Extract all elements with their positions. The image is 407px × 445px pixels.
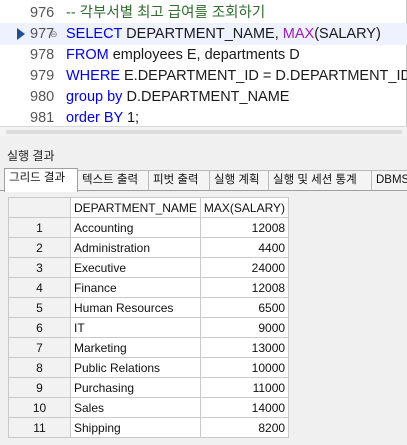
max-salary-cell[interactable]: 24000 <box>199 257 290 278</box>
table-row[interactable]: 7 Marketing 13000 <box>8 337 290 358</box>
max-salary-cell[interactable]: 9000 <box>199 317 290 338</box>
sql-function: MAX <box>282 26 315 42</box>
fold-toggle-icon[interactable]: ⊖ <box>50 23 58 45</box>
line-number: 978 <box>30 47 55 63</box>
table-row[interactable]: 2 Administration 4400 <box>8 237 290 258</box>
department-name-cell[interactable]: Administration <box>70 237 201 258</box>
sql-text: (SALARY) <box>314 26 381 42</box>
column-header-max-salary[interactable]: MAX(SALARY) <box>199 197 290 218</box>
current-line-marker-icon <box>17 28 25 40</box>
department-name-cell[interactable]: Shipping <box>70 417 201 438</box>
row-number-cell[interactable]: 1 <box>8 217 71 238</box>
results-tab[interactable]: 그리드 결과 <box>4 168 78 192</box>
row-number-cell[interactable]: 9 <box>8 377 71 398</box>
code-text: WHERE E.DEPARTMENT_ID = D.DEPARTMENT_ID <box>66 65 407 87</box>
results-tab[interactable]: 실행 및 세션 통계 <box>268 170 372 191</box>
sql-editor[interactable]: 976 -- 각부서별 최고 급여를 조회하기 977 ⊖ SELECT DEPARTM… <box>0 0 407 126</box>
table-row[interactable]: 1 Accounting 12008 <box>8 217 290 238</box>
department-name-cell[interactable]: Sales <box>70 397 201 418</box>
results-tab[interactable]: 텍스트 출력 <box>77 170 149 191</box>
sql-keyword: order BY <box>66 110 123 126</box>
sql-keyword: SELECT <box>66 26 123 42</box>
code-line[interactable]: 976 -- 각부서별 최고 급여를 조회하기 <box>0 2 407 24</box>
code-line[interactable]: 980 group by D.DEPARTMENT_NAME <box>0 86 407 108</box>
max-salary-cell[interactable]: 13000 <box>199 337 290 358</box>
row-number-cell[interactable]: 5 <box>8 297 71 318</box>
department-name-cell[interactable]: IT <box>70 317 201 338</box>
row-number-cell[interactable]: 10 <box>8 397 71 418</box>
sql-keyword: FROM <box>66 47 109 63</box>
sql-text: 1; <box>122 110 140 126</box>
row-number-cell[interactable]: 3 <box>8 257 71 278</box>
sql-text: DEPARTMENT_NAME, <box>122 26 283 42</box>
line-number: 979 <box>30 68 55 84</box>
sql-text: D.DEPARTMENT_NAME <box>122 89 290 105</box>
max-salary-cell[interactable]: 11000 <box>199 377 290 398</box>
row-number-cell[interactable]: 7 <box>8 337 71 358</box>
grid-header-row: DEPARTMENT_NAME MAX(SALARY) <box>8 197 290 218</box>
sql-text: employees E, departments D <box>108 47 300 63</box>
code-text: group by D.DEPARTMENT_NAME <box>66 86 289 108</box>
results-tab[interactable]: 피벗 출력 <box>148 170 210 191</box>
row-number-cell[interactable]: 11 <box>8 417 71 438</box>
line-number: 980 <box>30 89 55 105</box>
department-name-cell[interactable]: Executive <box>70 257 201 278</box>
max-salary-cell[interactable]: 4400 <box>199 237 290 258</box>
sql-comment: -- 각부서별 최고 급여를 조회하기 <box>66 5 266 21</box>
row-number-cell[interactable]: 6 <box>8 317 71 338</box>
department-name-cell[interactable]: Human Resources <box>70 297 201 318</box>
column-header-department-name[interactable]: DEPARTMENT_NAME <box>70 197 201 218</box>
code-text: SELECT DEPARTMENT_NAME, MAX(SALARY) <box>66 23 381 45</box>
table-row[interactable]: 3 Executive 24000 <box>8 257 290 278</box>
scrollbar-thumb[interactable] <box>6 130 402 134</box>
code-text: -- 각부서별 최고 급여를 조회하기 <box>66 2 265 24</box>
sql-text: E.DEPARTMENT_ID = D.DEPARTMENT_ID <box>119 68 407 84</box>
sql-keyword: group by <box>66 89 123 105</box>
code-line[interactable]: 978 FROM employees E, departments D <box>0 44 407 66</box>
line-number: 976 <box>30 5 55 21</box>
department-name-cell[interactable]: Public Relations <box>70 357 201 378</box>
code-line[interactable]: 977 ⊖ SELECT DEPARTMENT_NAME, MAX(SALARY) <box>0 23 407 45</box>
results-tab[interactable]: 실행 계획 <box>209 170 269 191</box>
row-number-cell[interactable]: 8 <box>8 357 71 378</box>
code-text: FROM employees E, departments D <box>66 44 300 66</box>
max-salary-cell[interactable]: 6500 <box>199 297 290 318</box>
max-salary-cell[interactable]: 12008 <box>199 217 290 238</box>
row-number-header[interactable] <box>8 197 71 218</box>
department-name-cell[interactable]: Purchasing <box>70 377 201 398</box>
table-row[interactable]: 10 Sales 14000 <box>8 397 290 418</box>
code-line[interactable]: 979 WHERE E.DEPARTMENT_ID = D.DEPARTMENT_… <box>0 65 407 87</box>
row-number-cell[interactable]: 2 <box>8 237 71 258</box>
table-row[interactable]: 9 Purchasing 11000 <box>8 377 290 398</box>
table-row[interactable]: 6 IT 9000 <box>8 317 290 338</box>
table-row[interactable]: 4 Finance 12008 <box>8 277 290 298</box>
results-panel-title: 실행 결과 <box>7 149 55 163</box>
sql-keyword: WHERE <box>66 68 120 84</box>
editor-horizontal-scrollbar[interactable] <box>0 126 407 136</box>
max-salary-cell[interactable]: 14000 <box>199 397 290 418</box>
department-name-cell[interactable]: Accounting <box>70 217 201 238</box>
results-tab[interactable]: DBMS <box>371 170 407 191</box>
results-tab-bar: 그리드 결과 텍스트 출력 피벗 출력 실행 계획 실행 및 세션 통계 DBMS <box>0 168 407 192</box>
max-salary-cell[interactable]: 8200 <box>199 417 290 438</box>
department-name-cell[interactable]: Marketing <box>70 337 201 358</box>
department-name-cell[interactable]: Finance <box>70 277 201 298</box>
row-number-cell[interactable]: 4 <box>8 277 71 298</box>
table-row[interactable]: 5 Human Resources 6500 <box>8 297 290 318</box>
table-row[interactable]: 8 Public Relations 10000 <box>8 357 290 378</box>
table-row[interactable]: 11 Shipping 8200 <box>8 417 290 438</box>
max-salary-cell[interactable]: 10000 <box>199 357 290 378</box>
max-salary-cell[interactable]: 12008 <box>199 277 290 298</box>
results-grid[interactable]: DEPARTMENT_NAME MAX(SALARY) 1 Accounting 1… <box>8 197 290 438</box>
